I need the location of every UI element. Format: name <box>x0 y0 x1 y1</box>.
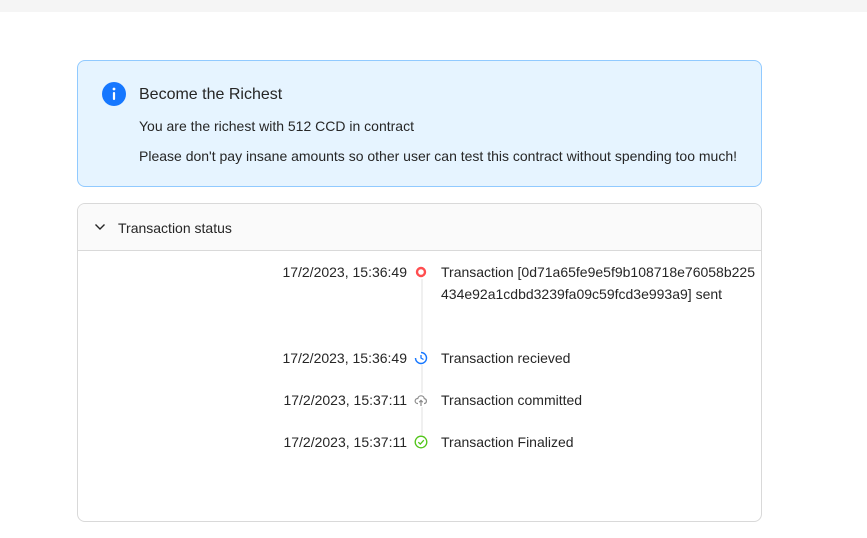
transaction-status-header[interactable]: Transaction status <box>78 204 761 251</box>
timeline-text: Transaction Finalized <box>441 434 574 450</box>
timeline-time: 17/2/2023, 15:36:49 <box>282 264 407 280</box>
sent-dot-icon <box>414 265 428 279</box>
timeline-time: 17/2/2023, 15:36:49 <box>282 350 407 366</box>
top-bar <box>0 0 867 12</box>
transaction-status-title: Transaction status <box>118 220 232 236</box>
info-icon <box>102 82 126 106</box>
alert-message-richest: You are the richest with 512 CCD in cont… <box>139 118 414 134</box>
alert-title: Become the Richest <box>139 86 283 103</box>
chevron-down-icon <box>95 224 105 230</box>
alert-message-warning: Please don't pay insane amounts so other… <box>139 148 738 164</box>
timeline-text: Transaction committed <box>441 392 583 408</box>
cloud-upload-icon <box>414 393 428 407</box>
check-circle-icon <box>414 435 428 449</box>
timeline-time: 17/2/2023, 15:37:11 <box>283 434 407 450</box>
timeline-text: Transaction [0d71a65fe9e5f9b108718e76058… <box>441 264 755 302</box>
received-clock-icon <box>414 351 428 365</box>
timeline-connector <box>421 278 423 360</box>
transaction-status-panel: Transaction status 17/2/2023, 15:36:49 T… <box>77 203 762 522</box>
info-alert: Become the Richest You are the richest w… <box>77 60 762 187</box>
timeline-time: 17/2/2023, 15:37:11 <box>283 392 407 408</box>
timeline-text: Transaction recieved <box>441 350 571 366</box>
